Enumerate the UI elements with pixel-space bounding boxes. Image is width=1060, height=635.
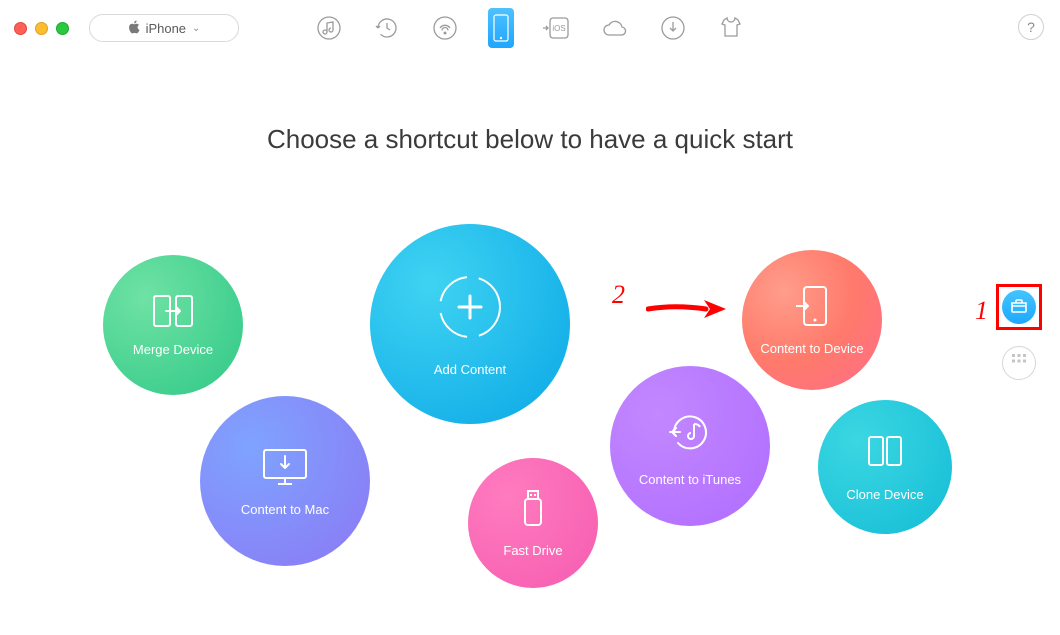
mode-shortcuts-button[interactable] bbox=[1002, 290, 1036, 324]
merge-icon bbox=[152, 294, 194, 328]
annotation-step-1: 1 bbox=[975, 296, 988, 326]
annotation-highlight-box bbox=[996, 284, 1042, 330]
shortcut-fast-drive[interactable]: Fast Drive bbox=[468, 458, 598, 588]
shortcut-label: Clone Device bbox=[846, 487, 923, 502]
shortcut-label: Content to Device bbox=[760, 341, 863, 356]
to-device-icon bbox=[796, 285, 828, 327]
grid-icon bbox=[1011, 353, 1027, 374]
shortcut-canvas: Merge Device Add Content Content to Devi… bbox=[0, 0, 1060, 635]
shortcut-label: Fast Drive bbox=[503, 543, 562, 558]
usb-icon bbox=[522, 489, 544, 529]
shortcut-add-content[interactable]: Add Content bbox=[370, 224, 570, 424]
to-itunes-icon bbox=[664, 406, 716, 458]
shortcut-content-to-device[interactable]: Content to Device bbox=[742, 250, 882, 390]
add-icon bbox=[435, 272, 505, 342]
annotation-arrow-icon bbox=[646, 296, 728, 327]
to-mac-icon bbox=[260, 446, 310, 488]
mode-categories-button[interactable] bbox=[1002, 346, 1036, 380]
shortcut-label: Merge Device bbox=[133, 342, 213, 357]
shortcut-content-to-mac[interactable]: Content to Mac bbox=[200, 396, 370, 566]
shortcut-label: Content to Mac bbox=[241, 502, 329, 517]
shortcut-clone-device[interactable]: Clone Device bbox=[818, 400, 952, 534]
shortcut-merge-device[interactable]: Merge Device bbox=[103, 255, 243, 395]
clone-icon bbox=[865, 433, 905, 473]
toolbox-icon bbox=[1010, 297, 1028, 318]
annotation-step-2: 2 bbox=[612, 280, 625, 310]
shortcut-label: Add Content bbox=[434, 362, 506, 377]
shortcut-label: Content to iTunes bbox=[639, 472, 741, 487]
shortcut-content-to-itunes[interactable]: Content to iTunes bbox=[610, 366, 770, 526]
